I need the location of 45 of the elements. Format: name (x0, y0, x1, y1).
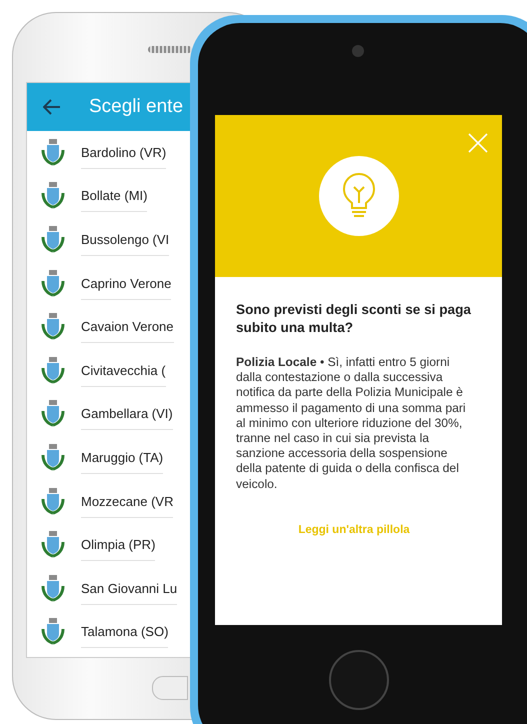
municipality-name: Bardolino (VR) (81, 136, 166, 169)
municipality-name: Bollate (MI) (81, 180, 148, 212)
crest-icon (41, 268, 65, 299)
close-icon[interactable] (468, 133, 488, 153)
municipality-name: Civitavecchia ( (81, 354, 166, 387)
question-title: Sono previsti degli sconti se si paga subito una multa? (236, 301, 472, 337)
list-item[interactable]: Caprino Verone (27, 262, 190, 306)
answer-text: Polizia Locale • Sì, infatti entro 5 giorni dalla contestazione o dalla successiva notifica da parte della Polizia Municipale è ammesso il pagamento di una somma pari al minimo con ulteriore riduzione del 30%, tranne nel caso in cui sia prevista la sanzione accessoria della sospensione della patente di guida o della confisca del veicolo. (236, 355, 467, 492)
municipality-name: Cavaion Verone (81, 311, 174, 344)
list-item[interactable]: Civitavecchia ( (27, 348, 190, 393)
speaker-grill (148, 46, 192, 53)
crest-icon (41, 181, 65, 212)
crest-icon (41, 399, 65, 430)
crest-icon (41, 442, 65, 473)
crest-icon (41, 224, 65, 255)
list-item[interactable]: Olimpia (PR) (27, 523, 190, 567)
list-item[interactable]: Talamona (SO) (27, 610, 190, 654)
municipality-name: Caprino Verone (81, 268, 172, 300)
list-item[interactable]: Mozzecane (VR (27, 480, 190, 524)
municipality-name: San Giovanni Lu (81, 572, 178, 605)
crest-icon (41, 356, 65, 386)
list-item[interactable]: Cavaion Verone (27, 305, 190, 349)
crest-icon (41, 312, 65, 342)
screen-title: Scegli ente (89, 96, 184, 118)
camera-dot (352, 45, 364, 57)
list-item[interactable]: Bardolino (VR) (27, 131, 190, 175)
municipality-name: Maruggio (TA) (81, 442, 164, 474)
list-item[interactable]: Bollate (MI) (27, 174, 190, 218)
municipality-name: Talamona (SO) (81, 616, 168, 648)
crest-icon (41, 530, 65, 560)
list-item[interactable]: San Giovanni Lu (27, 566, 190, 611)
list-item[interactable]: Bussolengo (VI (27, 218, 190, 262)
municipality-name: Bussolengo (VI (81, 224, 170, 256)
crest-icon (41, 574, 65, 604)
crest-icon (41, 138, 65, 168)
municipality-name: Mozzecane (VR (81, 486, 174, 518)
municipality-name: Olimpia (PR) (81, 529, 156, 562)
home-button[interactable] (152, 676, 188, 700)
back-arrow-icon[interactable] (43, 99, 61, 115)
lightbulb-icon (318, 156, 398, 236)
crest-icon (41, 617, 65, 648)
crest-icon (41, 486, 65, 517)
municipality-name: Gambellara (VI) (81, 398, 173, 430)
list-item[interactable]: Gambellara (VI) (27, 392, 190, 436)
list-item[interactable]: Maruggio (TA) (27, 436, 190, 480)
